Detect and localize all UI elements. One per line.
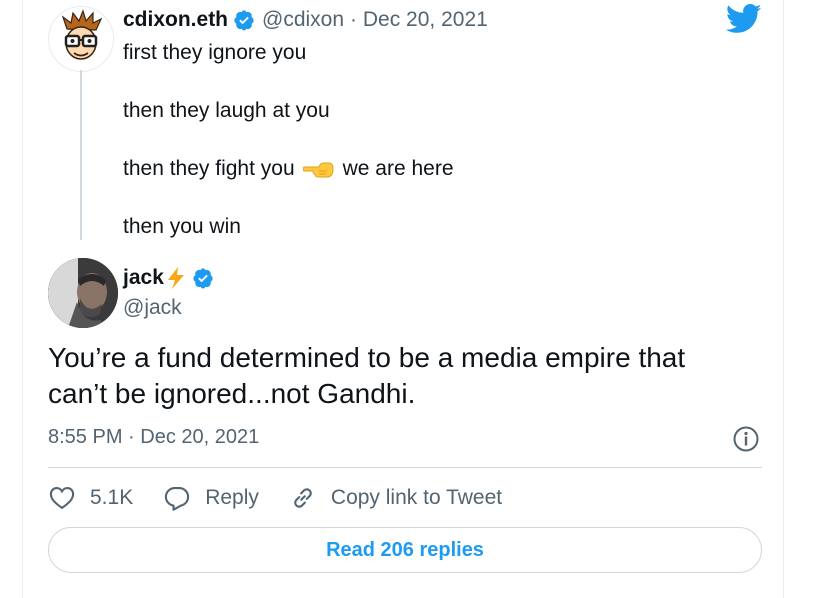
cartoon-face-icon bbox=[61, 9, 103, 60]
like-button[interactable]: 5.1K bbox=[48, 484, 133, 512]
reply-label: Reply bbox=[205, 486, 259, 509]
thread-connector-line bbox=[80, 70, 82, 240]
pointing-left-hand-icon bbox=[302, 162, 334, 178]
link-icon bbox=[294, 488, 312, 508]
author-handle[interactable]: @jack bbox=[123, 296, 182, 320]
copy-link-button[interactable]: Copy link to Tweet bbox=[289, 484, 502, 512]
info-icon[interactable] bbox=[732, 425, 760, 453]
quoted-line-2: then they laugh at you bbox=[123, 99, 330, 122]
quoted-line-4: then you win bbox=[123, 215, 241, 238]
verified-badge-icon bbox=[234, 10, 254, 31]
read-replies-button[interactable]: Read 206 replies bbox=[48, 527, 762, 573]
reply-icon bbox=[165, 487, 190, 511]
quoted-author-handle[interactable]: @cdixon bbox=[262, 8, 344, 32]
quoted-date[interactable]: · Dec 20, 2021 bbox=[350, 8, 488, 32]
lightning-bolt-icon bbox=[167, 267, 184, 289]
heart-icon bbox=[49, 487, 75, 510]
author-name[interactable]: jack bbox=[123, 266, 164, 290]
avatar-cdixon[interactable] bbox=[48, 6, 114, 72]
tweet-text-line-2: can’t be ignored...not Gandhi. bbox=[48, 378, 416, 409]
verified-badge-icon bbox=[193, 268, 213, 289]
quoted-line-1: first they ignore you bbox=[123, 41, 307, 64]
quoted-line-3: then they fight you bbox=[123, 157, 295, 180]
tweet-timestamp[interactable]: 8:55 PM · Dec 20, 2021 bbox=[48, 426, 259, 449]
twitter-logo-icon[interactable] bbox=[726, 4, 762, 34]
tweet-actions: 5.1K Reply Copy link to Tweet bbox=[48, 484, 532, 512]
author-handle-row: @jack bbox=[123, 296, 182, 320]
tweet-text: You’re a fund determined to be a media e… bbox=[48, 340, 748, 412]
quoted-tweet-header: cdixon.eth @cdixon · Dec 20, 2021 bbox=[123, 8, 488, 32]
avatar-jack[interactable] bbox=[48, 258, 118, 328]
copy-link-label: Copy link to Tweet bbox=[330, 486, 503, 509]
reply-button[interactable]: Reply bbox=[163, 484, 259, 512]
like-count: 5.1K bbox=[90, 486, 134, 509]
tweet-text-line-1: You’re a fund determined to be a media e… bbox=[48, 342, 686, 373]
quoted-author-name[interactable]: cdixon.eth bbox=[123, 8, 228, 32]
quoted-line-3-tail: we are here bbox=[342, 157, 454, 180]
quoted-line-3-row: then they fight you we are here bbox=[123, 157, 454, 181]
divider bbox=[48, 467, 762, 468]
tweet-header: jack bbox=[123, 266, 221, 290]
profile-photo bbox=[48, 258, 118, 328]
